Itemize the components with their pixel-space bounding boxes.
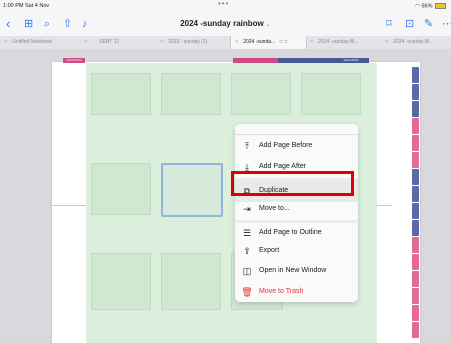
side-tab[interactable] — [412, 288, 419, 304]
menu-item-label: Add Page Before — [259, 142, 313, 149]
close-icon[interactable]: × — [310, 39, 313, 45]
status-time: 1:00 PM Sat 4 Nov — [3, 3, 50, 9]
menu-header — [235, 124, 358, 135]
side-tab[interactable] — [412, 322, 419, 338]
close-icon[interactable]: × — [385, 39, 388, 45]
page-thumbnail[interactable] — [161, 73, 221, 115]
side-tab[interactable] — [412, 254, 419, 270]
menu-item-add-page-before[interactable]: ⤒ Add Page Before — [235, 136, 358, 157]
tab-2024-sunday-bl-2[interactable]: × 2024 -sunday Bl... — [385, 36, 451, 49]
side-tab[interactable] — [412, 271, 419, 287]
page-thumbnail-selected[interactable] — [161, 163, 223, 217]
tab-split-icon[interactable]: ⊏⊐ — [279, 39, 287, 45]
toolbar: ‹ ⊞ ⌕ ⇧ ♪ 2024 -sunday rainbow ⌄ ⌑ ⊡ ✎ ⋯ — [0, 13, 451, 36]
menu-item-move-to-trash[interactable]: 🗑 Move to Trash — [235, 282, 358, 303]
side-tab[interactable] — [412, 237, 419, 253]
menu-item-label: Add Page After — [259, 162, 307, 170]
page-thumbnail[interactable] — [301, 73, 361, 115]
tab-untitled-notebook[interactable]: × Untitled Notebook — [4, 36, 76, 49]
bookmark-icon[interactable]: ⌑ — [386, 17, 392, 31]
status-right: ◠ 56% — [415, 3, 446, 9]
menu-item-label: Add Page to Outline — [259, 229, 322, 236]
trash-icon: 🗑 — [241, 286, 253, 297]
side-tab[interactable] — [412, 135, 419, 151]
page-thumbnail[interactable] — [91, 163, 151, 215]
side-tab[interactable] — [412, 305, 419, 321]
new-window-icon: ◫ — [242, 266, 252, 276]
move-to-icon: ⇥ — [243, 203, 251, 214]
close-icon[interactable]: × — [160, 39, 163, 45]
multitask-dots[interactable]: ••• — [218, 0, 229, 8]
side-tab[interactable] — [412, 220, 419, 236]
side-tab[interactable] — [412, 84, 419, 100]
tab-2023-sunday[interactable]: × 2023 - sunday (1) — [160, 36, 230, 49]
top-tab-vacation-left[interactable]: VACATION — [63, 58, 85, 63]
add-page-icon[interactable]: ⊡ — [405, 17, 414, 31]
page-context-menu: ⤒ Add Page Before ⤓ Add Page After ⧉ Duplicat… — [235, 124, 358, 302]
document-title[interactable]: 2024 -sunday rainbow ⌄ — [0, 19, 451, 28]
add-page-before-icon: ⤒ — [245, 141, 249, 151]
page-thumbnail[interactable] — [91, 253, 151, 310]
wifi-icon: ◠ — [415, 3, 420, 10]
menu-item-export[interactable]: ⇪ Export — [235, 241, 358, 262]
close-icon[interactable]: × — [84, 39, 87, 45]
side-tab[interactable] — [412, 169, 419, 185]
tab-2024-sunday-rainbow[interactable]: × 2024 -sunda... ⊏⊐ — [230, 36, 307, 49]
pen-icon[interactable]: ✎ — [424, 17, 433, 31]
close-icon[interactable]: × — [4, 39, 7, 45]
chevron-down-icon: ⌄ — [265, 22, 271, 28]
outline-icon: ☰ — [242, 228, 252, 238]
side-tab[interactable] — [412, 67, 419, 83]
tab-2024-sunday-bl-1[interactable]: × 2024 -sunday Bl... — [310, 36, 383, 49]
side-tab[interactable] — [412, 152, 419, 168]
export-icon: ⇪ — [243, 245, 251, 256]
menu-item-label: Move to... — [259, 204, 290, 212]
menu-item-open-in-new-window[interactable]: ◫ Open in New Window — [235, 261, 358, 282]
menu-item-label: Move to Trash — [259, 287, 304, 295]
battery-icon — [435, 3, 446, 9]
document-title-text: 2024 -sunday rainbow — [180, 19, 264, 28]
side-tab[interactable] — [412, 118, 419, 134]
side-tab[interactable] — [412, 101, 419, 117]
more-icon[interactable]: ⋯ — [442, 17, 451, 31]
duplicate-highlight-box — [231, 171, 354, 196]
close-icon[interactable]: × — [235, 39, 238, 45]
side-tab[interactable] — [412, 186, 419, 202]
menu-item-label: Export — [259, 246, 280, 254]
tab-bar: × Untitled Notebook × SEBT 12 × 2023 - sund… — [0, 36, 451, 50]
battery-percent: 56% — [421, 3, 433, 10]
menu-item-label: Open in New Window — [259, 267, 327, 274]
page-canvas[interactable]: VACATION VACATION — [0, 49, 451, 343]
page-thumbnail[interactable] — [231, 73, 291, 115]
page-thumbnail[interactable] — [161, 253, 221, 310]
side-tab[interactable] — [412, 203, 419, 219]
menu-item-move-to[interactable]: ⇥ Move to... — [235, 199, 358, 220]
page-thumbnail[interactable] — [91, 73, 151, 115]
status-bar: 1:00 PM Sat 4 Nov ••• ◠ 56% — [0, 0, 451, 13]
tab-sebt-12[interactable]: × SEBT 12 — [84, 36, 154, 49]
